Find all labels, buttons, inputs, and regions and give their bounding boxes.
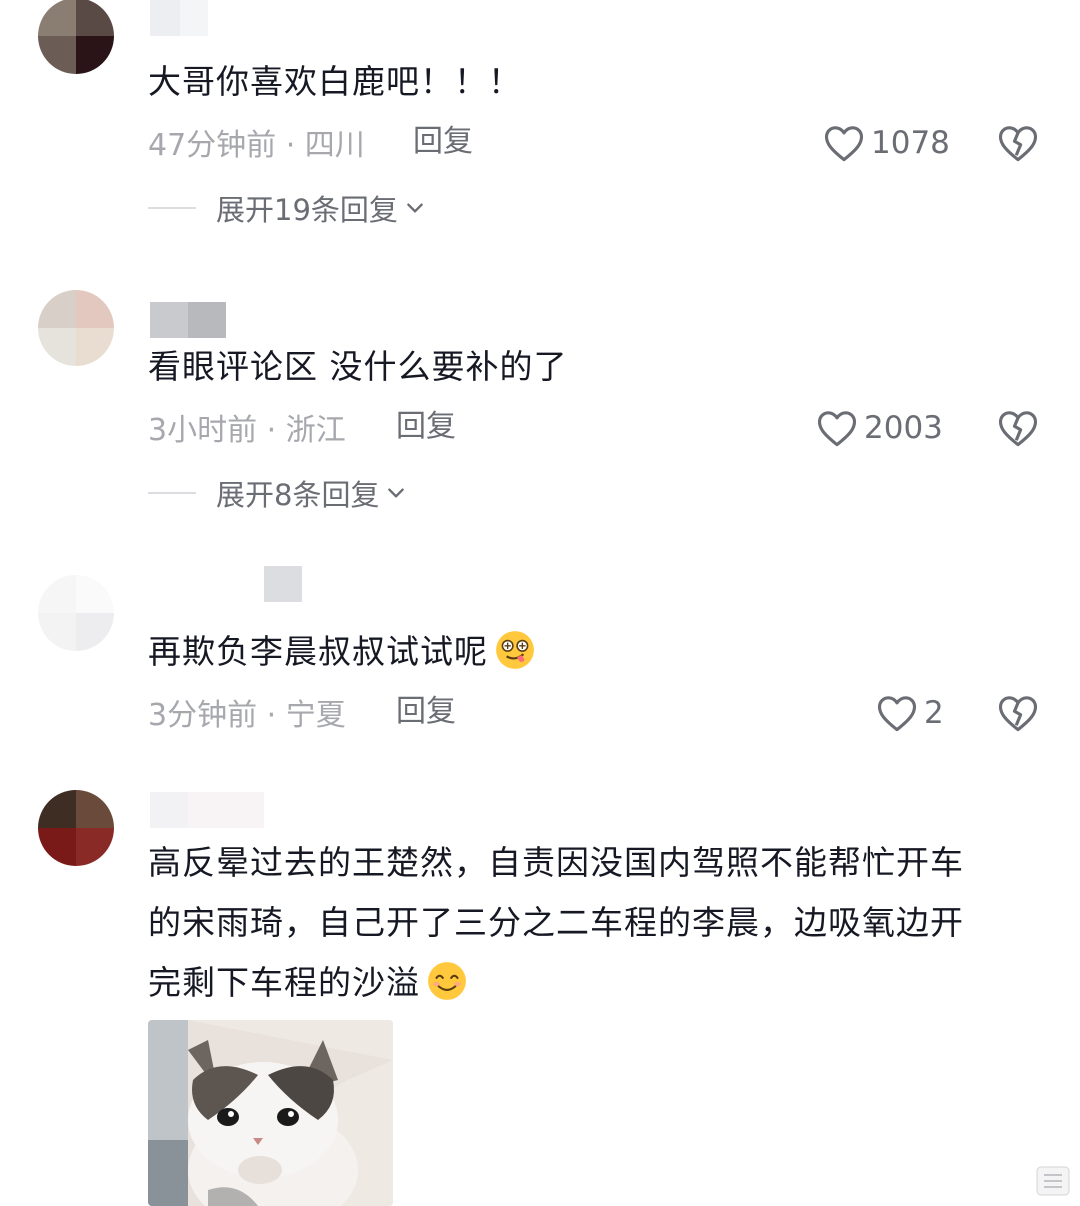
drooling-face-emoji-icon	[496, 631, 534, 669]
like-count: 2003	[864, 410, 943, 446]
reply-button[interactable]: 回复	[413, 122, 473, 162]
comment-image-kitten[interactable]	[148, 1020, 393, 1206]
smiling-face-emoji-icon	[428, 962, 466, 1000]
comment-meta: 47分钟前 · 四川	[148, 128, 365, 163]
heart-outline-icon	[877, 696, 917, 732]
comment-meta: 3小时前 · 浙江	[148, 413, 346, 448]
chevron-down-icon	[388, 488, 405, 498]
comment-text: 再欺负李晨叔叔试试呢	[148, 622, 536, 682]
kitten-photo	[148, 1020, 393, 1206]
avatar[interactable]	[38, 575, 114, 651]
comment-text: 大哥你喜欢白鹿吧！！！	[148, 62, 522, 101]
avatar[interactable]	[38, 0, 114, 74]
expand-replies-label: 展开8条回复	[216, 478, 380, 512]
expand-replies-button[interactable]: 展开8条回复	[148, 473, 407, 513]
heart-outline-icon	[817, 411, 857, 447]
divider-line	[148, 207, 196, 209]
comment-text-line: 高反晕过去的王楚然，自责因没国内驾照不能帮忙开车	[148, 843, 964, 882]
comment-text-line-content: 完剩下车程的沙溢	[148, 963, 420, 1002]
like-count: 1078	[871, 125, 950, 161]
avatar[interactable]	[38, 290, 114, 366]
username-blurred[interactable]	[150, 0, 208, 36]
expand-replies-button[interactable]: 展开19条回复	[148, 188, 426, 228]
like-button[interactable]: 1078	[823, 121, 950, 165]
username-blurred[interactable]	[150, 792, 264, 828]
avatar[interactable]	[38, 790, 114, 866]
like-count: 2	[924, 695, 944, 731]
comment-text-line: 的宋雨琦，自己开了三分之二车程的李晨，边吸氧边开	[148, 903, 964, 942]
comment-text-content: 再欺负李晨叔叔试试呢	[148, 632, 488, 671]
username-blurred[interactable]	[150, 302, 226, 338]
comment-meta: 3分钟前 · 宁夏	[148, 698, 346, 733]
comment-text: 看眼评论区 没什么要补的了	[148, 347, 568, 386]
chevron-down-icon	[407, 203, 423, 213]
like-button[interactable]: 2003	[816, 406, 943, 450]
scroll-handle-icon[interactable]	[1036, 1166, 1070, 1196]
broken-heart-icon[interactable]	[997, 123, 1039, 163]
comment-text-line: 完剩下车程的沙溢	[148, 953, 964, 1013]
expand-replies-label: 展开19条回复	[216, 193, 398, 227]
broken-heart-icon[interactable]	[997, 408, 1039, 448]
username-blurred[interactable]	[264, 566, 302, 602]
divider-line	[148, 492, 196, 494]
reply-button[interactable]: 回复	[396, 407, 456, 447]
broken-heart-icon[interactable]	[997, 693, 1039, 733]
heart-outline-icon	[824, 126, 864, 162]
comment-text: 高反晕过去的王楚然，自责因没国内驾照不能帮忙开车 的宋雨琦，自己开了三分之二车程…	[148, 833, 964, 1013]
reply-button[interactable]: 回复	[396, 692, 456, 732]
like-button[interactable]: 2	[876, 691, 944, 735]
